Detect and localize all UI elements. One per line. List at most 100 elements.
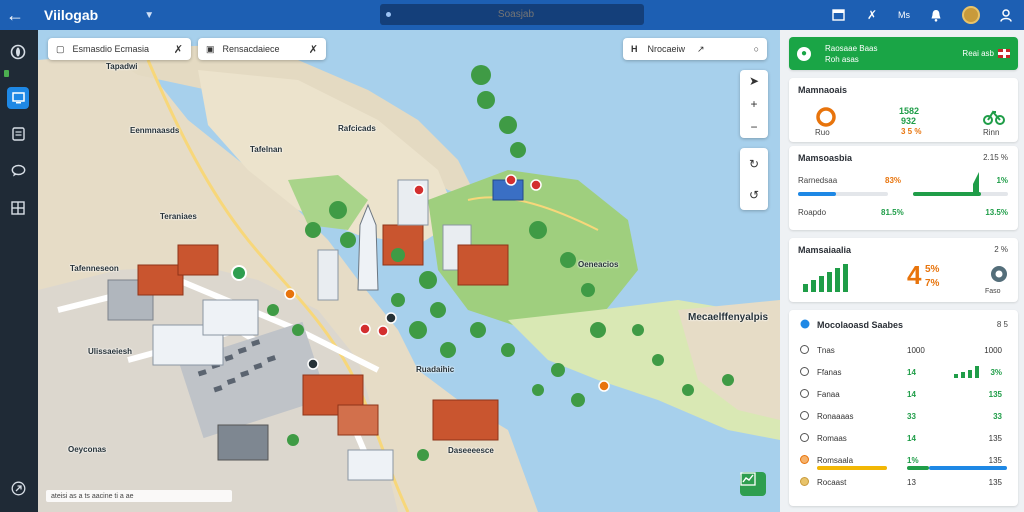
layer-filter-pill[interactable]: ▣ Rensacdaiece ✗ (198, 38, 326, 60)
status-banner[interactable]: ● Raosaae Baas Roh asas Reai asb (789, 37, 1018, 70)
bicycle-label: Rinn (983, 128, 1000, 137)
document-icon[interactable] (7, 123, 29, 145)
row-icon (800, 477, 809, 486)
pin-icon: ● (797, 46, 811, 61)
table-row[interactable]: Romaas 14 135 (789, 428, 1018, 448)
row-value: 14 (907, 434, 916, 443)
row-icon (800, 367, 809, 376)
status-indicator (4, 70, 9, 77)
table-row[interactable]: Ffanas 14 3% (789, 362, 1018, 382)
row-label: Tnas (817, 346, 835, 355)
map-label: Ulissaeiesh (88, 347, 133, 356)
avatar[interactable] (962, 6, 980, 24)
progress-fill (929, 466, 1007, 470)
table-row[interactable]: Ronaaaas 33 33 (789, 406, 1018, 426)
map-label: Daseeeesce (448, 446, 494, 455)
mini-bars (954, 366, 979, 378)
row-icon (800, 345, 809, 354)
row-right: 3% (990, 368, 1002, 377)
window-icon[interactable] (830, 7, 846, 23)
table-row[interactable]: Romsaala 1% 135 (789, 450, 1018, 470)
map-label: Rafcicads (338, 124, 376, 133)
card-title: Mocolaoasd Saabes (817, 320, 904, 330)
top-label[interactable]: Ms (898, 10, 910, 20)
progress-fill (907, 466, 929, 470)
route-icon[interactable]: ↗ (697, 44, 705, 55)
map-label: Oeneacios (578, 260, 619, 269)
zoom-in-button[interactable]: + (750, 97, 757, 111)
map-label: Teraniaes (160, 212, 197, 221)
close-icon[interactable]: ✗ (174, 43, 183, 56)
tools-icon[interactable]: ✗ (864, 7, 880, 23)
chat-icon[interactable] (7, 159, 29, 181)
compass-icon[interactable] (7, 41, 29, 63)
mini-bar-chart (803, 264, 848, 292)
right-panel: ● Raosaae Baas Roh asas Reai asb Mamnaoa… (780, 30, 1024, 512)
progress-fill (817, 466, 887, 470)
row-label: Romaas (817, 434, 847, 443)
ring-icon (816, 107, 836, 127)
banner-text: Raosaae Baas Roh asas (825, 43, 877, 65)
banner-line2: Roh asas (825, 54, 859, 64)
chevron-down-icon[interactable]: ▼ (144, 10, 154, 21)
user-icon[interactable] (998, 7, 1014, 23)
map-label: Tafenneseon (70, 264, 119, 273)
sources-card[interactable]: Mocolaoasd Saabes 8 5 Tnas 1000 1000 Ffa… (789, 310, 1018, 506)
table-row[interactable]: Rocaast 13 135 (789, 472, 1018, 492)
row-label: Fanaa (817, 390, 840, 399)
map-label: Tapadwi (106, 62, 138, 71)
locate-icon[interactable]: ➤ (749, 74, 759, 88)
map-label: Mecaelffenyalpis (688, 312, 769, 323)
search-icon (386, 12, 391, 17)
row-right: 135 (988, 390, 1002, 399)
row-value: 83% (885, 176, 902, 185)
table-row[interactable]: Fanaa 14 135 (789, 384, 1018, 404)
row-right: 1000 (984, 346, 1002, 355)
row-value: 1% (907, 456, 919, 465)
big-value: 4 (907, 260, 922, 290)
app-title: Viilogab (44, 7, 99, 23)
logout-icon[interactable] (7, 477, 29, 499)
row-label: Ffanas (817, 368, 842, 377)
rotate-icon[interactable]: ↺ (749, 188, 759, 202)
table-row[interactable]: Tnas 1000 1000 (789, 340, 1018, 360)
stat-value: 1582 (899, 106, 920, 116)
grid-icon[interactable] (7, 197, 29, 219)
refresh-icon[interactable]: ↻ (749, 157, 759, 171)
progress-bar (907, 466, 929, 470)
breakdown-card[interactable]: Mamsoasbia 2.15 % Rarnedsaa 83% 1% Roapd… (789, 146, 1018, 230)
search-input[interactable] (411, 9, 621, 20)
progress-bar (817, 466, 887, 470)
banner-line1: Raosaae Baas (825, 43, 878, 53)
row-value: 1000 (907, 346, 925, 355)
banner-right-text: Reai asb (962, 49, 994, 58)
row-icon (800, 433, 809, 442)
bell-icon[interactable] (928, 7, 944, 23)
card-title: Mamsoasbia (798, 153, 853, 163)
ruler-icon[interactable]: H (631, 44, 638, 54)
monitor-icon[interactable] (7, 87, 29, 109)
zoom-out-button[interactable]: − (750, 120, 757, 134)
left-rail (0, 30, 38, 512)
row-label: Ronaaaas (817, 412, 854, 421)
bicycle-icon (983, 110, 1005, 125)
search-bar[interactable] (380, 4, 644, 25)
trend-card[interactable]: Mamsaiaalia 2 % 4 5% 7% Faso (789, 238, 1018, 302)
back-arrow-icon[interactable]: ← (0, 0, 30, 30)
row-value: 13.5% (985, 208, 1008, 217)
line-chart-icon (740, 472, 756, 486)
close-icon[interactable]: ✗ (309, 43, 318, 56)
row-value: 13 (907, 478, 916, 487)
location-filter-pill[interactable]: ▢ Esmasdio Ecmasia ✗ (48, 38, 191, 60)
screen-icon: ▢ (56, 43, 65, 54)
map-view[interactable]: ▢ Esmasdio Ecmasia ✗ ▣ Rensacdaiece ✗ H … (38, 30, 780, 512)
progress-bar (913, 192, 1008, 196)
row-value: 1% (996, 176, 1008, 185)
map-tools-pill[interactable]: H Nrocaeiw ↗ ○ (623, 38, 767, 60)
summary-card[interactable]: Mamnaoais Ruo 1582 932 3 5 % Rinn (789, 78, 1018, 142)
map-label: Tafelnan (250, 145, 283, 154)
spike-mark (973, 172, 979, 192)
more-icon[interactable]: ○ (754, 44, 759, 54)
chart-toggle-button[interactable] (740, 472, 766, 496)
row-icon (800, 455, 809, 464)
